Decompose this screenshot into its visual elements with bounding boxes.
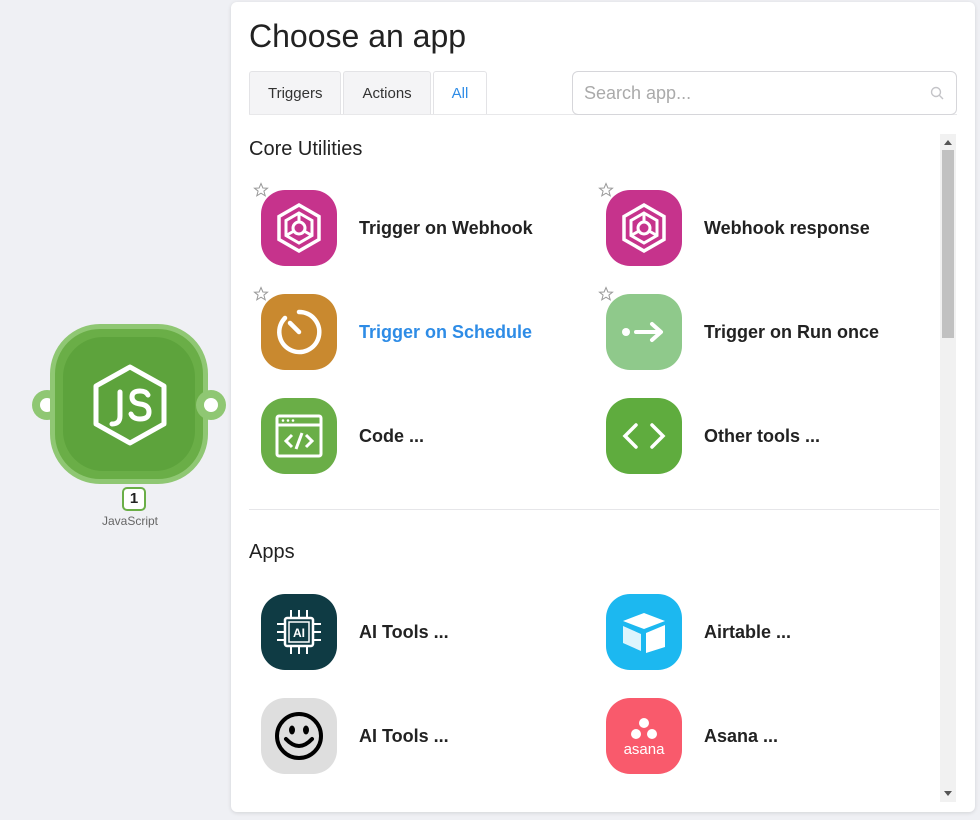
app-item-label: Code ... xyxy=(359,426,425,446)
modal-title: Choose an app xyxy=(249,18,467,54)
smiley-icon xyxy=(261,698,337,774)
app-item-code[interactable]: Code ... xyxy=(249,398,579,482)
svg-text:AI: AI xyxy=(293,626,305,640)
node-label: JavaScript xyxy=(101,514,159,528)
scroll-up-arrow-icon[interactable] xyxy=(944,140,952,145)
scrollbar[interactable] xyxy=(940,134,956,802)
app-item-trigger-on-run-once[interactable]: Trigger on Run once xyxy=(594,286,924,378)
app-item-label: Trigger on Webhook xyxy=(359,218,533,238)
run-once-icon xyxy=(606,294,682,370)
tab-triggers[interactable]: Triggers xyxy=(249,71,342,115)
app-list[interactable]: Core Utilities Trigger on Webhook Webhoo… xyxy=(231,132,959,812)
node-output-port[interactable] xyxy=(196,390,226,420)
search-box[interactable] xyxy=(572,71,957,115)
webhook-icon xyxy=(606,190,682,266)
scroll-down-arrow-icon[interactable] xyxy=(944,791,952,796)
airtable-icon xyxy=(606,594,682,670)
app-item-airtable[interactable]: Airtable ... xyxy=(594,594,924,678)
app-item-trigger-on-schedule[interactable]: Trigger on Schedule xyxy=(249,286,579,378)
javascript-node[interactable]: 1 JavaScript xyxy=(30,322,230,532)
app-item-ai-tools-2[interactable]: AI Tools ... xyxy=(249,698,579,782)
app-item-other-tools[interactable]: Other tools ... xyxy=(594,398,924,482)
code-window-icon xyxy=(261,398,337,474)
webhook-icon xyxy=(261,190,337,266)
tab-bar: Triggers Actions All xyxy=(249,71,488,115)
node-order-badge: 1 xyxy=(122,487,146,511)
star-icon[interactable] xyxy=(253,182,269,198)
app-item-label: AI Tools ... xyxy=(359,726,449,746)
tab-actions[interactable]: Actions xyxy=(343,71,431,115)
app-item-label: Trigger on Schedule xyxy=(359,322,533,342)
app-item-asana[interactable]: asana Asana ... xyxy=(594,698,924,782)
section-title-core-utilities: Core Utilities xyxy=(249,138,363,160)
app-item-label: Airtable ... xyxy=(704,622,792,642)
star-icon[interactable] xyxy=(598,286,614,302)
app-item-label: Webhook response xyxy=(704,218,870,238)
ai-chip-icon: AI xyxy=(261,594,337,670)
search-input[interactable] xyxy=(584,72,914,114)
star-icon[interactable] xyxy=(253,286,269,302)
code-brackets-icon xyxy=(606,398,682,474)
app-item-label: Asana ... xyxy=(704,726,779,746)
app-item-label: AI Tools ... xyxy=(359,622,449,642)
nodejs-icon xyxy=(93,364,167,446)
scrollbar-thumb[interactable] xyxy=(942,150,954,338)
app-item-webhook-response[interactable]: Webhook response xyxy=(594,182,924,274)
schedule-icon xyxy=(261,294,337,370)
asana-icon: asana xyxy=(606,698,682,774)
tab-all[interactable]: All xyxy=(432,71,488,115)
search-icon xyxy=(930,86,944,100)
choose-app-modal: Choose an app Triggers Actions All Core … xyxy=(231,2,975,812)
app-item-ai-tools[interactable]: AI AI Tools ... xyxy=(249,594,579,678)
app-item-label: Other tools ... xyxy=(704,426,821,446)
asana-wordmark: asana xyxy=(624,741,666,758)
star-icon[interactable] xyxy=(598,182,614,198)
app-item-trigger-on-webhook[interactable]: Trigger on Webhook xyxy=(249,182,579,274)
section-divider xyxy=(249,509,939,510)
app-item-label: Trigger on Run once xyxy=(704,322,880,342)
section-title-apps: Apps xyxy=(249,541,295,563)
